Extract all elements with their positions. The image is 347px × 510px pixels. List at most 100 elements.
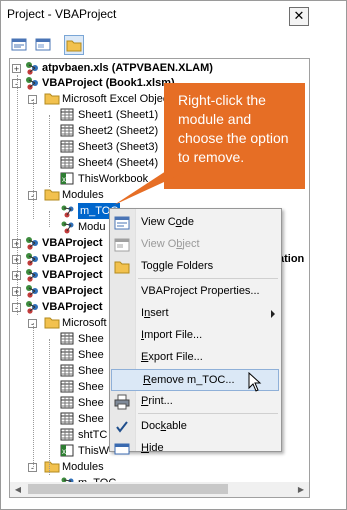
menu-item-insert[interactable]: Insert xyxy=(110,303,281,325)
tree-item-label: ThisW xyxy=(78,445,110,457)
tree-item[interactable]: - Modules xyxy=(10,459,309,475)
tree-item-label: VBAProject xyxy=(42,269,103,281)
workbook-icon: x xyxy=(60,444,74,457)
workbook-icon: x xyxy=(60,172,74,185)
vba-project-icon xyxy=(24,236,38,250)
tree-connector xyxy=(33,195,34,219)
tree-item-label: Modules xyxy=(62,189,104,201)
vba-project-icon xyxy=(24,61,38,75)
callout-text: Right-click the module and choose the op… xyxy=(178,92,289,165)
svg-text:x: x xyxy=(62,447,66,456)
vba-project-icon xyxy=(24,252,38,266)
sheet-icon xyxy=(60,428,74,441)
folder-icon xyxy=(44,316,60,329)
menu-item-label: View Object xyxy=(141,238,200,250)
scroll-right-icon[interactable]: ▶ xyxy=(293,482,309,497)
sheet-icon xyxy=(60,412,74,425)
tree-item-label: VBAProject xyxy=(42,285,103,297)
menu-item-label: Import File... xyxy=(141,329,203,341)
hide-icon xyxy=(114,441,130,457)
toggle-folders-icon xyxy=(114,259,130,275)
expand-icon[interactable]: + xyxy=(12,64,21,74)
menu-item-vbaproject-properties[interactable]: VBAProject Properties... xyxy=(110,281,281,303)
tree-connector xyxy=(33,99,34,195)
tree-connector xyxy=(49,339,50,475)
toggle-folders-icon xyxy=(66,40,82,52)
menu-item-hide[interactable]: Hide xyxy=(110,438,281,460)
sheet-icon xyxy=(60,156,74,169)
menu-item-toggle-folders[interactable]: Toggle Folders xyxy=(110,256,281,278)
menu-item-label: Hide xyxy=(141,442,164,454)
menu-item-import-file[interactable]: Import File... xyxy=(110,325,281,347)
tree-item-label: Shee xyxy=(78,365,104,377)
tree-item-label: Microsoft Excel Objects xyxy=(62,93,177,105)
toggle-folders-button[interactable] xyxy=(64,35,84,55)
window-title: Project - VBAProject xyxy=(7,7,117,21)
sheet-icon xyxy=(60,140,74,153)
menu-item-label: VBAProject Properties... xyxy=(141,285,260,297)
tree-item-label: VBAProject (Book1.xlsm) xyxy=(42,77,175,89)
tree-connector xyxy=(49,211,50,227)
sheet-icon xyxy=(60,396,74,409)
mouse-cursor-icon xyxy=(248,372,262,392)
sheet-icon xyxy=(60,348,74,361)
tree-item-label: VBAProject xyxy=(42,253,103,265)
vba-project-icon xyxy=(24,268,38,282)
sheet-icon xyxy=(60,364,74,377)
menu-item-label: Print... xyxy=(141,395,173,407)
sheet-icon xyxy=(60,380,74,393)
tree-item-label: Microsoft xyxy=(62,317,107,329)
view-code-button[interactable] xyxy=(9,35,29,55)
menu-item-label: Export File... xyxy=(141,351,203,363)
tree-item-label: Sheet1 (Sheet1) xyxy=(78,109,159,121)
menu-item-label: Remove m_TOC... xyxy=(143,374,235,386)
menu-item-label: View Code xyxy=(141,216,195,228)
menu-item-label: Dockable xyxy=(141,420,187,432)
menu-item-view-code[interactable]: View Code xyxy=(110,212,281,234)
menu-item-label: Toggle Folders xyxy=(141,260,214,272)
menu-separator xyxy=(138,413,278,414)
checkmark-icon xyxy=(114,419,130,435)
tree-item-label: VBAProject xyxy=(42,237,103,249)
menu-item-print[interactable]: Print... xyxy=(110,391,281,413)
tree-item-label: Sheet2 (Sheet2) xyxy=(78,125,159,137)
print-icon xyxy=(114,394,130,410)
title-bar: Project - VBAProject xyxy=(5,4,335,24)
tree-item-label: Shee xyxy=(78,413,104,425)
module-icon xyxy=(60,220,74,234)
tree-connector xyxy=(17,243,18,307)
scroll-left-icon[interactable]: ◀ xyxy=(10,482,26,497)
tree-item-label: Shee xyxy=(78,397,104,409)
svg-text:x: x xyxy=(62,175,66,184)
submenu-arrow-icon xyxy=(271,310,275,318)
menu-item-view-object: View Object xyxy=(110,234,281,256)
vba-project-icon xyxy=(24,76,38,90)
tree-item-label: shtTC xyxy=(78,429,108,441)
tree-item-label: Shee xyxy=(78,381,104,393)
tree-connector xyxy=(33,323,34,467)
horizontal-scrollbar[interactable]: ◀ ▶ xyxy=(9,482,310,498)
menu-item-export-file[interactable]: Export File... xyxy=(110,347,281,369)
tree-item-label: Sheet4 (Sheet4) xyxy=(78,157,159,169)
scroll-thumb[interactable] xyxy=(28,484,228,494)
sheet-icon xyxy=(60,332,74,345)
menu-item-label: Insert xyxy=(141,307,169,319)
sheet-icon xyxy=(60,124,74,137)
view-object-icon xyxy=(114,237,130,253)
close-button[interactable]: ✕ xyxy=(289,7,309,26)
tree-item-label: Modules xyxy=(62,461,104,473)
folder-icon xyxy=(44,92,60,105)
view-object-button[interactable] xyxy=(33,35,53,55)
callout-pointer xyxy=(114,171,188,205)
menu-separator xyxy=(138,278,278,279)
menu-item-dockable[interactable]: Dockable xyxy=(110,416,281,438)
context-menu: View Code View Object Toggle Folders VBAPro… xyxy=(109,208,282,455)
folder-icon xyxy=(44,188,60,201)
instruction-callout: Right-click the module and choose the op… xyxy=(114,83,305,205)
tree-item-label: Shee xyxy=(78,333,104,345)
tree-item-label: atpvbaen.xls (ATPVBAEN.XLAM) xyxy=(42,62,213,74)
project-explorer-window: Project - VBAProject ✕ + atpvbaen.xls (AT… xyxy=(0,0,347,510)
tree-connector xyxy=(49,115,50,187)
vba-project-icon xyxy=(24,300,38,314)
tree-item[interactable]: + atpvbaen.xls (ATPVBAEN.XLAM) xyxy=(10,60,309,76)
